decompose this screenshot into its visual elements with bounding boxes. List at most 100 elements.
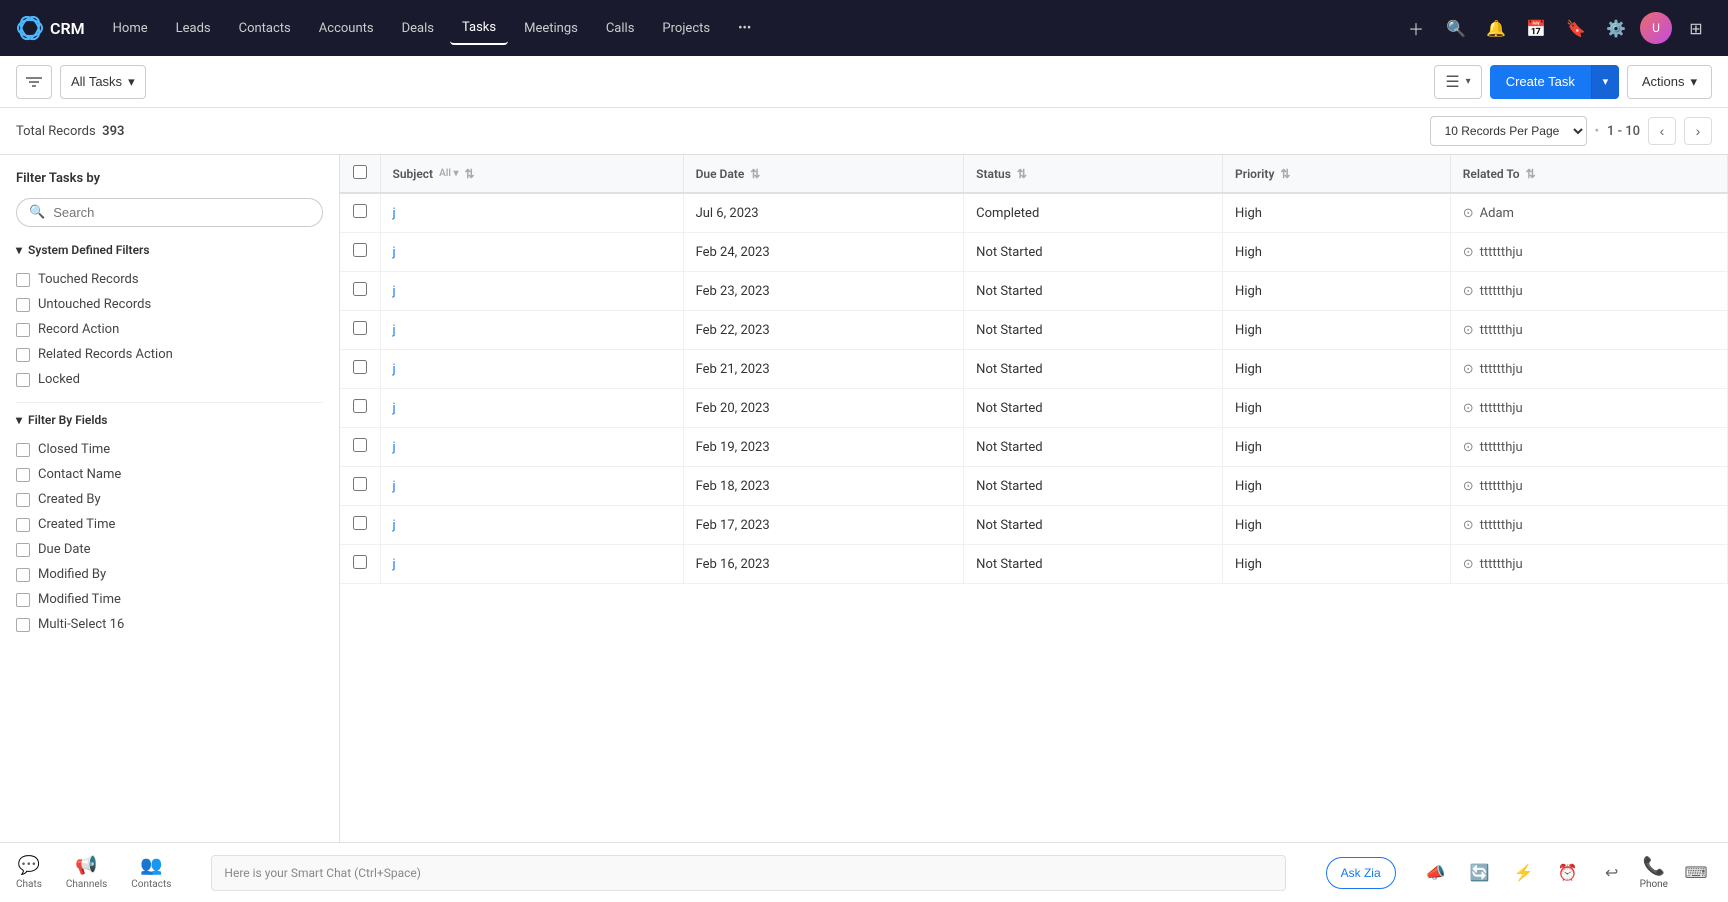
filter-checkbox[interactable] [16,373,30,387]
related-to-sort-icon[interactable]: ⇅ [1526,167,1536,181]
td-subject[interactable]: j [380,428,683,467]
row-checkbox-cell[interactable] [340,428,380,467]
nav-accounts[interactable]: Accounts [307,13,386,44]
row-checkbox[interactable] [353,321,367,335]
next-page-button[interactable]: › [1684,117,1712,145]
td-subject[interactable]: j [380,193,683,233]
nav-projects[interactable]: Projects [650,13,722,44]
chats-button[interactable]: 💬 Chats [16,855,42,890]
filter-checkbox[interactable] [16,298,30,312]
actions-button[interactable]: Actions ▾ [1627,65,1712,99]
calendar-icon[interactable]: 📅 [1520,12,1552,44]
filter-multi-select-16[interactable]: Multi-Select 16 [16,612,323,637]
history-icon[interactable]: ↩ [1596,857,1628,889]
filter-contact-name[interactable]: Contact Name [16,462,323,487]
status-sort-icon[interactable]: ⇅ [1017,167,1027,181]
row-checkbox[interactable] [353,399,367,413]
priority-sort-icon[interactable]: ⇅ [1280,167,1290,181]
row-checkbox[interactable] [353,204,367,218]
td-subject[interactable]: j [380,506,683,545]
row-checkbox-cell[interactable] [340,193,380,233]
nav-meetings[interactable]: Meetings [512,13,590,44]
filter-related-records-action[interactable]: Related Records Action [16,342,323,367]
filter-locked[interactable]: Locked [16,367,323,392]
filter-closed-time[interactable]: Closed Time [16,437,323,462]
filter-checkbox[interactable] [16,543,30,557]
td-subject[interactable]: j [380,389,683,428]
nav-more[interactable]: ••• [726,13,763,44]
settings-icon[interactable]: ⚙️ [1600,12,1632,44]
filter-due-date[interactable]: Due Date [16,537,323,562]
filter-checkbox[interactable] [16,273,30,287]
nav-leads[interactable]: Leads [164,13,223,44]
filter-checkbox[interactable] [16,493,30,507]
keyboard-icon[interactable]: ⌨ [1680,857,1712,889]
filter-untouched-records[interactable]: Untouched Records [16,292,323,317]
nav-home[interactable]: Home [101,13,160,44]
filter-checkbox[interactable] [16,468,30,482]
search-input[interactable] [53,205,310,220]
nav-calls[interactable]: Calls [594,13,647,44]
nav-tasks[interactable]: Tasks [450,12,508,45]
filter-checkbox[interactable] [16,568,30,582]
view-toggle-button[interactable]: ☰ ▾ [1434,65,1481,99]
channels-button[interactable]: 📢 Channels [66,855,107,890]
row-checkbox[interactable] [353,438,367,452]
row-checkbox-cell[interactable] [340,389,380,428]
td-subject[interactable]: j [380,311,683,350]
td-subject[interactable]: j [380,545,683,584]
row-checkbox-cell[interactable] [340,467,380,506]
row-checkbox-cell[interactable] [340,506,380,545]
grid-icon[interactable]: ⊞ [1680,12,1712,44]
row-checkbox-cell[interactable] [340,272,380,311]
filter-created-by[interactable]: Created By [16,487,323,512]
all-tasks-dropdown[interactable]: All Tasks ▾ [60,65,146,99]
row-checkbox[interactable] [353,360,367,374]
bookmark-icon[interactable]: 🔖 [1560,12,1592,44]
row-checkbox[interactable] [353,243,367,257]
bell-icon[interactable]: 🔔 [1480,12,1512,44]
search-icon[interactable]: 🔍 [1440,12,1472,44]
nav-contacts[interactable]: Contacts [227,13,303,44]
td-subject[interactable]: j [380,350,683,389]
row-checkbox-cell[interactable] [340,350,380,389]
filter-modified-time[interactable]: Modified Time [16,587,323,612]
prev-page-button[interactable]: ‹ [1648,117,1676,145]
filter-modified-by[interactable]: Modified By [16,562,323,587]
row-checkbox-cell[interactable] [340,233,380,272]
create-task-dropdown-arrow[interactable]: ▾ [1591,65,1619,99]
row-checkbox[interactable] [353,516,367,530]
new-icon[interactable]: ＋ [1400,12,1432,44]
smart-chat-input[interactable]: Here is your Smart Chat (Ctrl+Space) [211,855,1285,891]
contacts-button[interactable]: 👥 Contacts [131,855,171,890]
select-all-header[interactable] [340,155,380,193]
filter-checkbox[interactable] [16,348,30,362]
td-subject[interactable]: j [380,467,683,506]
megaphone-icon[interactable]: 📣 [1420,857,1452,889]
td-subject[interactable]: j [380,233,683,272]
avatar[interactable]: U [1640,12,1672,44]
ask-zia-button[interactable]: Ask Zia [1326,857,1396,889]
filter-checkbox[interactable] [16,618,30,632]
phone-button[interactable]: 📞 Phone [1640,856,1668,890]
row-checkbox[interactable] [353,555,367,569]
row-checkbox-cell[interactable] [340,545,380,584]
per-page-select[interactable]: 10 Records Per Page [1430,116,1587,146]
filter-touched-records[interactable]: Touched Records [16,267,323,292]
filter-created-time[interactable]: Created Time [16,512,323,537]
app-logo[interactable]: CRM [16,14,85,42]
refresh-icon[interactable]: 🔄 [1464,857,1496,889]
zap-icon[interactable]: ⚡ [1508,857,1540,889]
field-filters-section[interactable]: ▾ Filter By Fields [16,413,323,427]
td-subject[interactable]: j [380,272,683,311]
system-filters-section[interactable]: ▾ System Defined Filters [16,243,323,257]
filter-record-action[interactable]: Record Action [16,317,323,342]
clock-icon[interactable]: ⏰ [1552,857,1584,889]
filter-checkbox[interactable] [16,323,30,337]
row-checkbox[interactable] [353,282,367,296]
nav-deals[interactable]: Deals [390,13,446,44]
subject-sort-icon[interactable]: ⇅ [464,167,474,181]
filter-icon-button[interactable] [16,65,52,99]
due-date-sort-icon[interactable]: ⇅ [750,167,760,181]
row-checkbox[interactable] [353,477,367,491]
